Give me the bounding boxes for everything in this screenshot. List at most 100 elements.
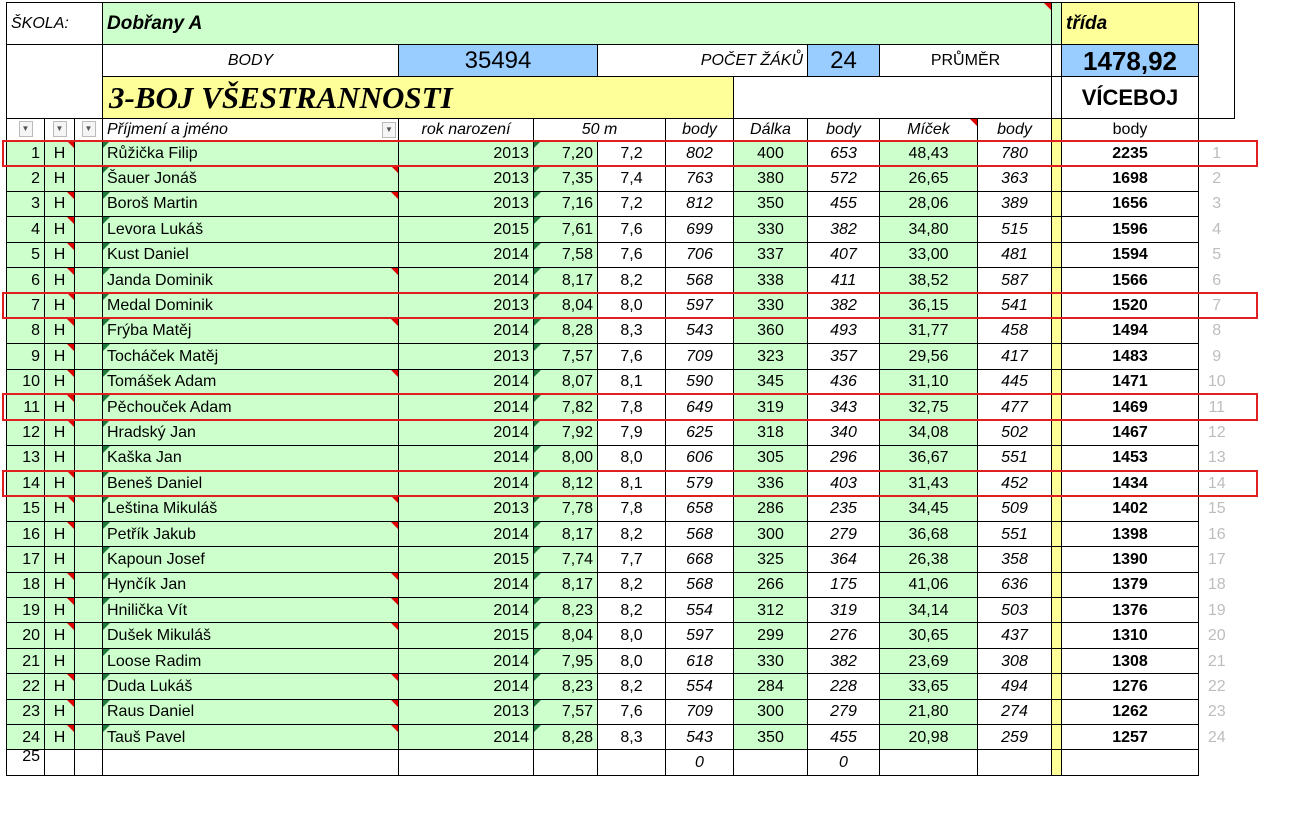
filter-col-number[interactable]: ▼ [6, 118, 45, 141]
run-time[interactable]: 8,23 [533, 597, 598, 624]
jump-distance[interactable]: 345 [733, 368, 808, 395]
run-time[interactable]: 7,95 [533, 647, 598, 675]
ball-distance[interactable]: 26,65 [879, 165, 978, 192]
chevron-down-icon[interactable]: ▼ [81, 121, 96, 138]
ball-distance[interactable]: 36,68 [879, 520, 978, 548]
student-name[interactable]: Frýba Matěj [102, 317, 399, 345]
birth-year[interactable]: 2015 [398, 622, 534, 649]
run-time[interactable]: 7,20 [533, 139, 598, 167]
jump-distance[interactable]: 284 [733, 673, 808, 700]
birth-year[interactable]: 2013 [398, 698, 534, 725]
filter-col-sex[interactable]: ▼ [44, 118, 75, 141]
run-time[interactable]: 8,17 [533, 571, 598, 599]
table-row[interactable]: 20 H Dušek Mikuláš 2015 8,04 8,0 597 299 276 30,6… [6, 622, 1235, 649]
student-name[interactable]: Beneš Daniel [102, 470, 399, 497]
jump-distance[interactable]: 299 [733, 622, 808, 649]
run-time[interactable]: 7,57 [533, 343, 598, 370]
table-row[interactable]: 2 H Šauer Jonáš 2013 7,35 7,4 763 380 572 26,65 36… [6, 165, 1235, 192]
jump-distance[interactable]: 286 [733, 495, 808, 522]
jump-distance[interactable]: 325 [733, 546, 808, 573]
ball-distance[interactable]: 34,80 [879, 216, 978, 243]
ball-distance[interactable]: 34,14 [879, 597, 978, 624]
ball-distance[interactable]: 23,69 [879, 647, 978, 675]
table-row[interactable]: 4 H Levora Lukáš 2015 7,61 7,6 699 330 382 34,80 5… [6, 216, 1235, 243]
jump-distance[interactable]: 266 [733, 571, 808, 599]
table-row[interactable]: 1 H Růžička Filip 2013 7,20 7,2 802 400 653 48,43… [6, 139, 1235, 167]
run-time[interactable]: 8,17 [533, 266, 598, 294]
birth-year[interactable]: 2014 [398, 241, 534, 268]
student-name[interactable]: Tauš Pavel [102, 723, 399, 751]
chevron-down-icon[interactable]: ▼ [18, 121, 33, 138]
student-name[interactable]: Kaška Jan [102, 444, 399, 472]
run-time[interactable]: 8,04 [533, 292, 598, 319]
table-row[interactable]: 21 H Loose Radim 2014 7,95 8,0 618 330 382 23,69 3… [6, 647, 1235, 675]
student-name[interactable]: Hradský Jan [102, 419, 399, 446]
table-row[interactable]: 17 H Kapoun Josef 2015 7,74 7,7 668 325 364 26,38… [6, 546, 1235, 573]
table-row[interactable]: 23 H Raus Daniel 2013 7,57 7,6 709 300 279 21,80 2… [6, 698, 1235, 725]
jump-distance[interactable]: 319 [733, 393, 808, 421]
filter-col-note[interactable]: ▼ [74, 118, 103, 141]
ball-distance[interactable]: 20,98 [879, 723, 978, 751]
birth-year[interactable]: 2013 [398, 495, 534, 522]
student-name[interactable]: Leština Mikuláš [102, 495, 399, 522]
table-row[interactable]: 11 H Pěchouček Adam 2014 7,82 7,8 649 319 343 32,… [6, 393, 1235, 421]
student-name[interactable]: Kapoun Josef [102, 546, 399, 573]
ball-distance[interactable]: 30,65 [879, 622, 978, 649]
jump-distance[interactable]: 360 [733, 317, 808, 345]
run-time[interactable]: 7,57 [533, 698, 598, 725]
table-row[interactable]: 8 H Frýba Matěj 2014 8,28 8,3 543 360 493 31,77 45… [6, 317, 1235, 345]
jump-distance[interactable]: 350 [733, 723, 808, 751]
student-name[interactable]: Šauer Jonáš [102, 165, 399, 192]
jump-distance[interactable]: 337 [733, 241, 808, 268]
table-row[interactable]: 10 H Tomášek Adam 2014 8,07 8,1 590 345 436 31,10… [6, 368, 1235, 395]
student-name[interactable]: Tomášek Adam [102, 368, 399, 395]
ball-distance[interactable]: 38,52 [879, 266, 978, 294]
birth-year[interactable]: 2015 [398, 546, 534, 573]
table-row[interactable]: 22 H Duda Lukáš 2014 8,23 8,2 554 284 228 33,65 49… [6, 673, 1235, 700]
run-time[interactable]: 8,00 [533, 444, 598, 472]
run-time[interactable]: 7,82 [533, 393, 598, 421]
jump-distance[interactable]: 305 [733, 444, 808, 472]
jump-distance[interactable]: 400 [733, 139, 808, 167]
birth-year[interactable]: 2013 [398, 139, 534, 167]
table-row[interactable]: 19 H Hnilička Vít 2014 8,23 8,2 554 312 319 34,14… [6, 597, 1235, 624]
birth-year[interactable]: 2014 [398, 470, 534, 497]
run-time[interactable]: 8,28 [533, 723, 598, 751]
birth-year[interactable]: 2014 [398, 393, 534, 421]
student-name[interactable]: Tocháček Matěj [102, 343, 399, 370]
ball-distance[interactable]: 31,43 [879, 470, 978, 497]
birth-year[interactable]: 2014 [398, 520, 534, 548]
ball-distance[interactable]: 21,80 [879, 698, 978, 725]
student-name[interactable]: Janda Dominik [102, 266, 399, 294]
student-name[interactable]: Medal Dominik [102, 292, 399, 319]
run-time[interactable]: 7,61 [533, 216, 598, 243]
birth-year[interactable]: 2014 [398, 266, 534, 294]
jump-distance[interactable]: 312 [733, 597, 808, 624]
run-time[interactable]: 8,23 [533, 673, 598, 700]
birth-year[interactable]: 2014 [398, 597, 534, 624]
student-name[interactable]: Kust Daniel [102, 241, 399, 268]
ball-distance[interactable]: 36,15 [879, 292, 978, 319]
run-time[interactable]: 8,04 [533, 622, 598, 649]
table-row[interactable]: 3 H Boroš Martin 2013 7,16 7,2 812 350 455 28,06 3… [6, 190, 1235, 218]
table-row[interactable]: 16 H Petřík Jakub 2014 8,17 8,2 568 300 279 36,68… [6, 520, 1235, 548]
ball-distance[interactable]: 32,75 [879, 393, 978, 421]
student-name[interactable]: Pěchouček Adam [102, 393, 399, 421]
ball-distance[interactable]: 31,77 [879, 317, 978, 345]
run-time[interactable]: 7,58 [533, 241, 598, 268]
chevron-down-icon[interactable]: ▼ [52, 121, 67, 138]
birth-year[interactable]: 2015 [398, 216, 534, 243]
ball-distance[interactable]: 33,65 [879, 673, 978, 700]
jump-distance[interactable]: 330 [733, 292, 808, 319]
table-row[interactable]: 6 H Janda Dominik 2014 8,17 8,2 568 338 411 38,52… [6, 266, 1235, 294]
table-row[interactable]: 14 H Beneš Daniel 2014 8,12 8,1 579 336 403 31,43… [6, 470, 1235, 497]
ball-distance[interactable]: 29,56 [879, 343, 978, 370]
ball-distance[interactable]: 34,45 [879, 495, 978, 522]
jump-distance[interactable]: 338 [733, 266, 808, 294]
run-time[interactable]: 7,35 [533, 165, 598, 192]
ball-distance[interactable]: 26,38 [879, 546, 978, 573]
run-time[interactable]: 8,12 [533, 470, 598, 497]
table-row[interactable]: 18 H Hynčík Jan 2014 8,17 8,2 568 266 175 41,06 63… [6, 571, 1235, 599]
table-row[interactable]: 15 H Leština Mikuláš 2013 7,78 7,8 658 286 235 34… [6, 495, 1235, 522]
run-time[interactable]: 7,74 [533, 546, 598, 573]
